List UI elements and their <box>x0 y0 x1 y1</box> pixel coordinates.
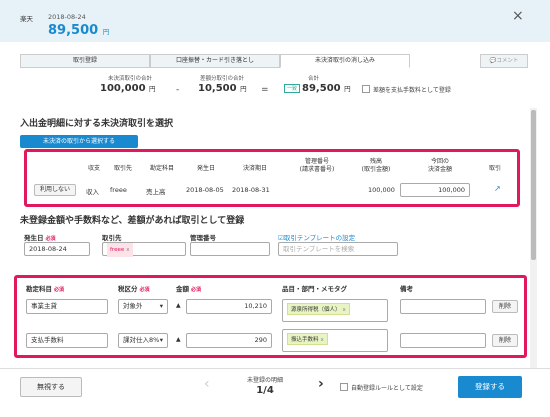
close-icon[interactable]: × <box>512 8 524 24</box>
entry-2-delete-button[interactable]: 削除 <box>492 334 518 347</box>
pager-value: 1/4 <box>256 385 274 396</box>
mgmt-input[interactable] <box>190 242 270 256</box>
entry-1-tax-select[interactable]: 対象外 ▾ <box>118 299 168 314</box>
ignore-row-button[interactable]: 利用しない <box>34 184 76 196</box>
diff-total-value: 10,500 円 <box>198 83 247 94</box>
col-account: 勘定科目 <box>149 165 174 172</box>
col-due: 決済期日 <box>242 165 267 172</box>
row-partner: freee <box>110 186 127 194</box>
col-transaction: 取引 <box>488 165 501 172</box>
footer-bar: 無視する ‹ 未登録の明細 1/4 › 自動登録ルールとして設定 登録する <box>0 368 550 406</box>
register-diff-checkbox[interactable] <box>362 85 370 93</box>
entry-2-triangle-icon: ▲ <box>176 336 181 343</box>
col-amount-label: 金額 必須 <box>176 285 202 293</box>
template-settings-link[interactable]: ☑取引テンプレートの設定 <box>278 232 355 242</box>
entry-2-account-input[interactable]: 支払手数料 <box>26 333 108 348</box>
entry-2-note-input[interactable] <box>400 333 486 348</box>
payment-amount-input[interactable]: 100,000 <box>400 183 470 197</box>
row-type: 収入 <box>86 188 99 196</box>
row-due: 2018-08-31 <box>232 186 270 194</box>
minus-sign: - <box>176 85 180 95</box>
statement-date: 2018-08-24 <box>48 13 86 21</box>
bank-logo: 楽天 <box>20 15 33 23</box>
grand-total-value: 一致 89,500 円 <box>284 83 351 94</box>
col-item-label: 品目・部門・メモタグ <box>282 285 347 293</box>
select-unsettled-button[interactable]: 未決済の取引から選択する <box>20 135 138 148</box>
scrollbar-thumb[interactable] <box>531 110 536 260</box>
auto-rule-checkbox[interactable] <box>340 383 348 391</box>
entry-1-account-input[interactable]: 事業主貸 <box>26 299 108 314</box>
tab-bar: 取引登録 口座振替・カード引き落とし 未決済取引の消し込み 💬コメント <box>20 54 528 68</box>
entry-1-delete-button[interactable]: 削除 <box>492 300 518 313</box>
tab-comment[interactable]: 💬コメント <box>480 54 528 68</box>
entry-2-amount-input[interactable]: 290 <box>186 333 272 348</box>
grand-total-label: 合計 <box>308 76 320 82</box>
col-date: 発生日 <box>196 165 215 172</box>
chevron-down-icon: ▾ <box>159 336 163 344</box>
prev-arrow-icon[interactable]: ‹ <box>204 376 210 392</box>
register-button[interactable]: 登録する <box>458 376 522 398</box>
statement-amount: 89,500 円 <box>48 23 110 38</box>
tab-account-transfer[interactable]: 口座振替・カード引き落とし <box>150 54 280 68</box>
mgmt-label: 管理番号 <box>190 234 216 242</box>
partner-input[interactable]: freee x <box>102 242 186 257</box>
col-partner: 取引先 <box>113 165 132 172</box>
equals-sign: = <box>261 85 269 95</box>
tab-spacer <box>410 54 480 68</box>
unsettled-total-label: 未決済取引の合計 <box>108 76 153 82</box>
col-type: 収支 <box>87 165 100 172</box>
ignore-button[interactable]: 無視する <box>20 377 82 397</box>
row-date: 2018-08-05 <box>186 186 224 194</box>
select-unsettled-title: 入出金明細に対する未決済取引を選択 <box>20 119 174 129</box>
pager-label: 未登録の明細 <box>246 377 283 384</box>
tab-reconcile-unsettled[interactable]: 未決済取引の消し込み <box>280 54 410 68</box>
chevron-down-icon: ▾ <box>159 302 163 310</box>
match-badge: 一致 <box>284 83 301 93</box>
register-diff-title: 未登録金額や手数料など、差額があれば取引として登録 <box>20 216 245 226</box>
diff-total-label: 差額分取引の合計 <box>200 76 245 82</box>
auto-rule-label: 自動登録ルールとして設定 <box>351 385 423 392</box>
date-label: 発生日 必須 <box>24 234 56 242</box>
open-transaction-icon[interactable]: ↗ <box>494 184 501 193</box>
partner-label: 取引先 <box>102 234 122 242</box>
entry-2-tag-input[interactable]: 振込手数料 x <box>282 329 388 352</box>
partner-tag[interactable]: freee x <box>107 243 133 257</box>
entry-1-tag[interactable]: 源泉所得税（個人） x <box>287 303 350 315</box>
entry-2-tag[interactable]: 振込手数料 x <box>287 333 328 345</box>
reconcile-summary: 未決済取引の合計 100,000 円 - 差額分取引の合計 10,500 円 =… <box>0 74 550 104</box>
col-account-label: 勘定科目 必須 <box>26 285 65 293</box>
row-account: 売上高 <box>146 188 166 196</box>
entry-1-amount-input[interactable]: 10,210 <box>186 299 272 314</box>
entry-1-triangle-icon: ▲ <box>176 302 181 309</box>
unsettled-total-value: 100,000 円 <box>100 83 156 94</box>
tab-register-transaction[interactable]: 取引登録 <box>20 54 150 68</box>
col-payment: 今回の 決済金額 <box>427 158 452 173</box>
row-balance: 100,000 <box>368 186 395 194</box>
col-tax-label: 税区分 必須 <box>118 285 150 293</box>
entry-2-tax-select[interactable]: 課対仕入8% ▾ <box>118 333 168 348</box>
entry-1-tag-input[interactable]: 源泉所得税（個人） x <box>282 299 388 322</box>
template-search-input[interactable]: 取引テンプレートを検索 <box>278 242 398 256</box>
register-diff-label: 差額を支払手数料として登録 <box>373 87 451 94</box>
date-input[interactable]: 2018-08-24 <box>24 242 90 256</box>
transaction-header: 楽天 2018-08-24 89,500 円 × <box>0 0 550 42</box>
col-balance: 残高 (取引金額) <box>361 158 391 173</box>
col-note-label: 備考 <box>400 285 413 293</box>
entry-1-note-input[interactable] <box>400 299 486 314</box>
next-arrow-icon[interactable]: › <box>318 376 324 392</box>
col-mgmt: 管理番号 (請求書番号) <box>299 158 335 173</box>
